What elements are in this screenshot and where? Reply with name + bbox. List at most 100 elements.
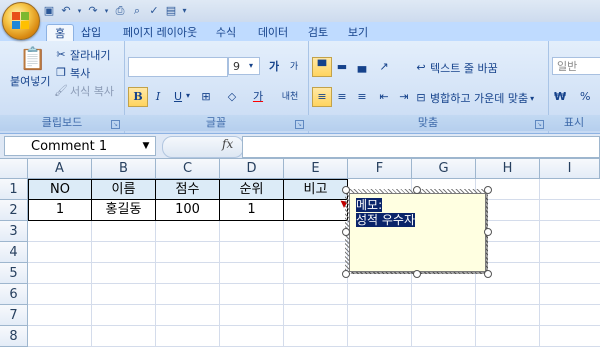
align-center-button[interactable]: ≡: [332, 87, 352, 107]
redo-icon[interactable]: ↷: [86, 4, 100, 18]
merge-center-button[interactable]: ⊟ 병합하고 가운데 맞춤 ▾: [414, 90, 534, 106]
column-header-b[interactable]: B: [92, 159, 156, 179]
tab-home[interactable]: 홈: [46, 24, 74, 42]
resize-handle-top-right[interactable]: [484, 186, 492, 194]
office-button[interactable]: [2, 2, 40, 40]
formula-input[interactable]: [242, 136, 600, 158]
name-box-dropdown-icon[interactable]: ▼: [140, 137, 152, 155]
column-header-h[interactable]: H: [476, 159, 540, 179]
paste-button[interactable]: 📋 붙여넣기: [10, 47, 50, 89]
percent-button[interactable]: %: [580, 90, 590, 103]
underline-button[interactable]: U: [168, 87, 188, 107]
empty-cells[interactable]: [28, 221, 600, 347]
brush-icon: 🖌: [54, 84, 68, 97]
column-header-c[interactable]: C: [156, 159, 220, 179]
resize-handle-top-left[interactable]: [342, 186, 350, 194]
alignment-launcher-icon[interactable]: ↘: [535, 120, 544, 129]
copy-button[interactable]: ❐ 복사: [54, 65, 90, 81]
clipboard-launcher-icon[interactable]: ↘: [111, 120, 120, 129]
shrink-font-button[interactable]: 가: [284, 57, 304, 77]
grow-font-button[interactable]: 가: [264, 57, 284, 77]
tab-insert[interactable]: 삽입: [76, 24, 106, 41]
select-all-corner[interactable]: [0, 159, 28, 179]
column-header-d[interactable]: D: [220, 159, 284, 179]
align-right-button[interactable]: ≡: [352, 87, 372, 107]
font-name-field[interactable]: [128, 57, 228, 77]
column-header-e[interactable]: E: [284, 159, 348, 179]
row-header-3[interactable]: 3: [0, 221, 28, 242]
undo-dropdown-icon[interactable]: ▾: [76, 4, 83, 18]
tab-formulas[interactable]: 수식: [212, 24, 240, 41]
row-header-1[interactable]: 1: [0, 179, 28, 200]
wrap-text-button[interactable]: ↩ 텍스트 줄 바꿈: [414, 60, 497, 76]
font-size-field[interactable]: 9: [228, 57, 260, 75]
font-launcher-icon[interactable]: ↘: [295, 120, 304, 129]
underline-dropdown-icon[interactable]: ▾: [186, 91, 190, 100]
tab-data[interactable]: 데이터: [254, 24, 292, 41]
row-header-2[interactable]: 2: [0, 200, 28, 221]
cell-b2[interactable]: 홍길동: [92, 200, 156, 221]
comment-text[interactable]: 메모: 성적 우수자: [356, 198, 416, 228]
align-bottom-button[interactable]: ▄: [352, 57, 372, 77]
redo-dropdown-icon[interactable]: ▾: [103, 4, 110, 18]
save-icon[interactable]: ▣: [42, 4, 56, 18]
italic-button[interactable]: I: [148, 87, 168, 107]
fill-color-button[interactable]: ◇: [222, 87, 242, 107]
resize-handle-left[interactable]: [342, 228, 350, 236]
bold-button[interactable]: B: [128, 87, 148, 107]
row-header-4[interactable]: 4: [0, 242, 28, 263]
print-icon[interactable]: ⎙: [113, 4, 127, 18]
column-header-g[interactable]: G: [412, 159, 476, 179]
phonetic-button[interactable]: 내천: [276, 87, 304, 107]
row-header-5[interactable]: 5: [0, 263, 28, 284]
row-header-6[interactable]: 6: [0, 284, 28, 305]
resize-handle-top[interactable]: [413, 186, 421, 194]
align-right-icon: ≡: [357, 90, 367, 103]
format-painter-button[interactable]: 🖌 서식 복사: [54, 83, 114, 99]
cell-d1[interactable]: 순위: [220, 179, 284, 200]
name-box[interactable]: Comment 1: [4, 136, 156, 156]
column-header-i[interactable]: I: [540, 159, 600, 179]
undo-icon[interactable]: ↶: [59, 4, 73, 18]
align-top-button[interactable]: ▀: [312, 57, 332, 77]
row-header-8[interactable]: 8: [0, 326, 28, 347]
borders-button[interactable]: ⊞: [196, 87, 216, 107]
font-size-dropdown-icon[interactable]: ▾: [249, 61, 253, 70]
orientation-icon: ↗: [379, 60, 389, 73]
align-left-button[interactable]: ≡: [312, 87, 332, 107]
column-header-a[interactable]: A: [28, 159, 92, 179]
resize-handle-right[interactable]: [484, 228, 492, 236]
cell-a2[interactable]: 1: [28, 200, 92, 221]
cell-b1[interactable]: 이름: [92, 179, 156, 200]
tab-page-layout[interactable]: 페이지 레이아웃: [114, 24, 206, 41]
align-middle-button[interactable]: ▬: [332, 57, 352, 77]
cell-e2[interactable]: [284, 200, 348, 221]
currency-button[interactable]: ₩: [554, 90, 566, 103]
number-format-field[interactable]: 일반: [552, 57, 600, 75]
tab-review[interactable]: 검토: [304, 24, 332, 41]
ribbon-tabs: 홈 삽입 페이지 레이아웃 수식 데이터 검토 보기: [0, 22, 600, 42]
cell-a1[interactable]: NO: [28, 179, 92, 200]
resize-handle-bottom-right[interactable]: [484, 270, 492, 278]
decrease-indent-button[interactable]: ⇤: [374, 87, 394, 107]
column-header-f[interactable]: F: [348, 159, 412, 179]
resize-handle-bottom[interactable]: [413, 270, 421, 278]
cut-button[interactable]: ✂ 잘라내기: [54, 47, 110, 63]
row-header-7[interactable]: 7: [0, 305, 28, 326]
preview-icon[interactable]: ⌕: [130, 4, 144, 18]
cell-c2[interactable]: 100: [156, 200, 220, 221]
customize-dropdown-icon[interactable]: ▾: [181, 4, 188, 18]
orientation-button[interactable]: ↗: [374, 57, 394, 77]
customize-icon[interactable]: ▤: [164, 4, 178, 18]
increase-indent-button[interactable]: ⇥: [394, 87, 414, 107]
comment-box[interactable]: 메모: 성적 우수자: [349, 193, 486, 272]
font-color-button[interactable]: 가: [248, 87, 268, 107]
tab-view[interactable]: 보기: [344, 24, 372, 41]
merge-dropdown-icon[interactable]: ▾: [530, 94, 534, 103]
cell-d2[interactable]: 1: [220, 200, 284, 221]
resize-handle-bottom-left[interactable]: [342, 270, 350, 278]
spelling-icon[interactable]: ✓: [147, 4, 161, 18]
cell-c1[interactable]: 점수: [156, 179, 220, 200]
cell-e1[interactable]: 비고: [284, 179, 348, 200]
fx-icon[interactable]: fx: [222, 137, 233, 151]
